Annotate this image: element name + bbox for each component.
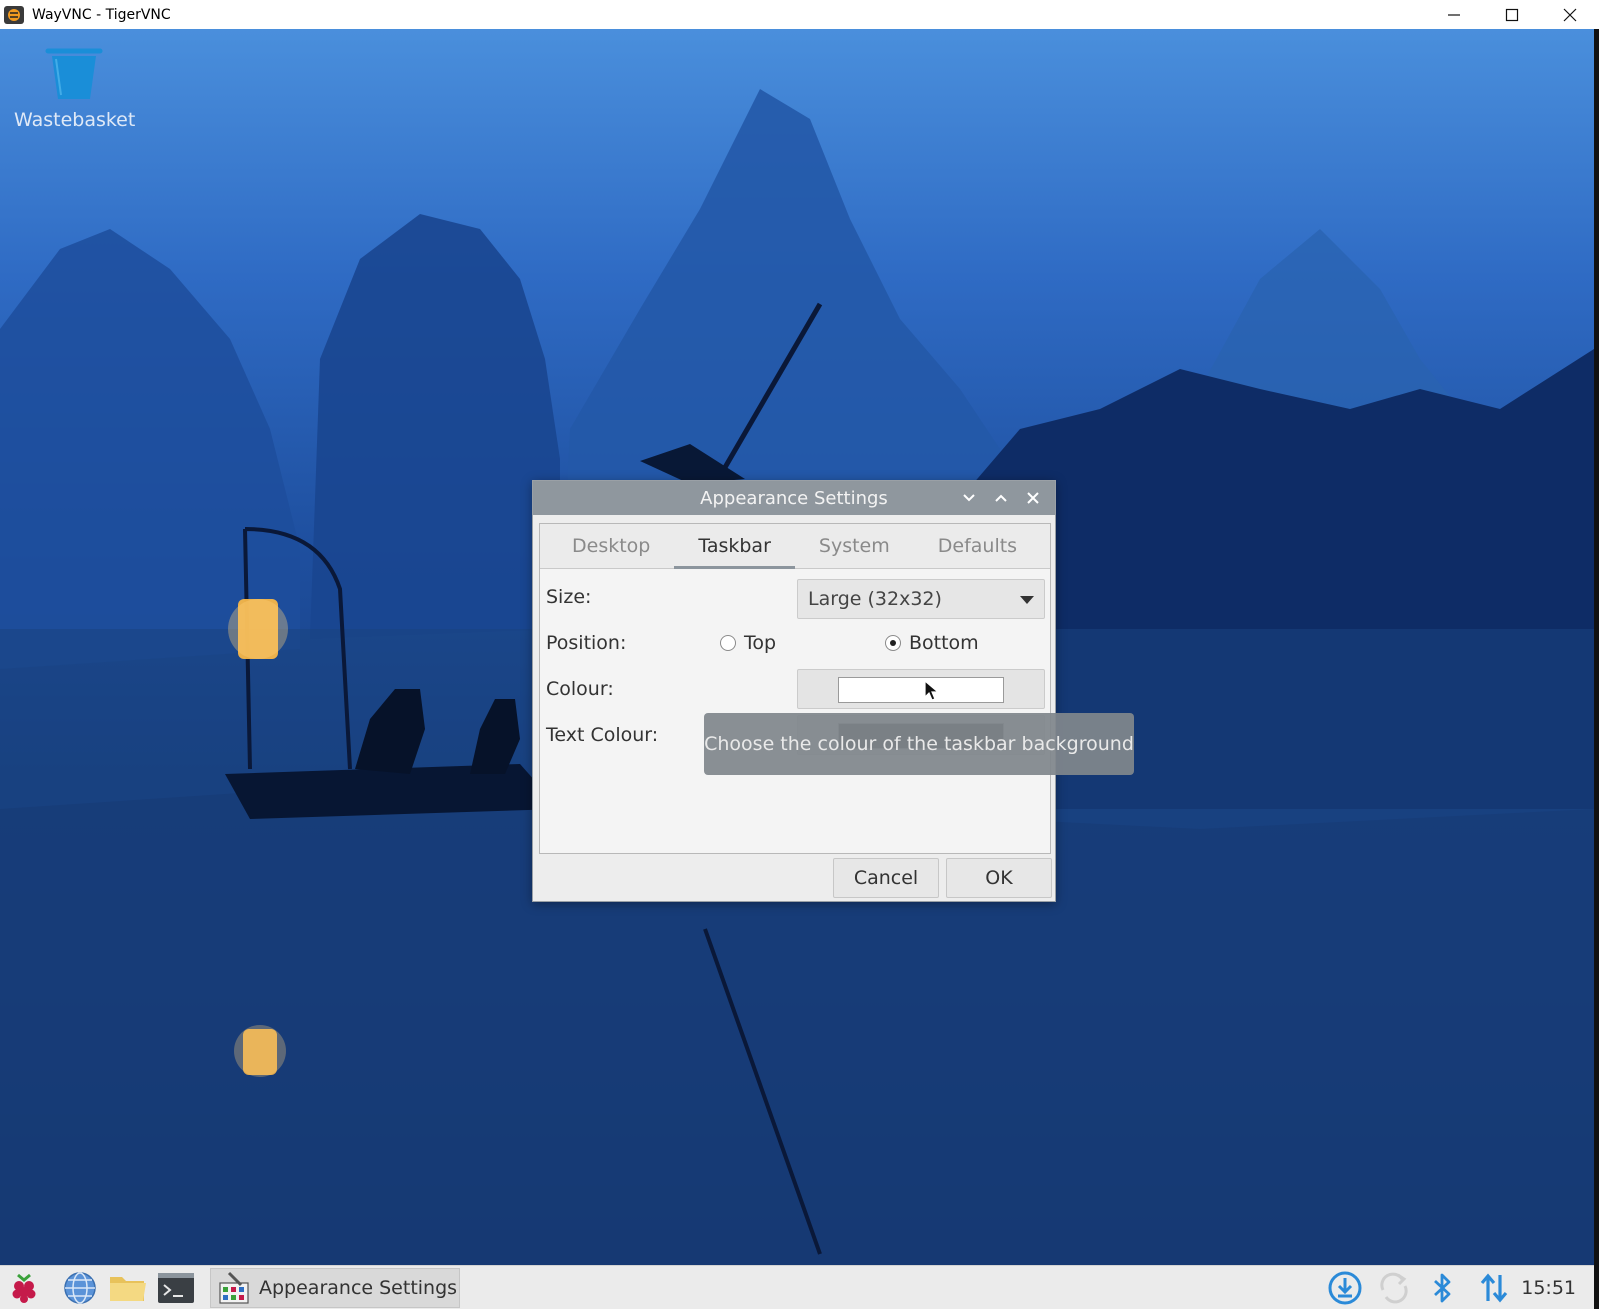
size-label: Size:	[546, 586, 592, 608]
cancel-button[interactable]: Cancel	[833, 858, 939, 898]
colour-swatch	[838, 677, 1004, 703]
web-browser-button[interactable]	[60, 1270, 100, 1306]
network-icon	[1480, 1273, 1508, 1303]
file-manager-button[interactable]	[108, 1270, 148, 1306]
position-label: Position:	[546, 632, 627, 654]
bluetooth-icon	[1434, 1273, 1451, 1303]
dialog-titlebar[interactable]: Appearance Settings	[533, 481, 1055, 515]
updates-tray-button[interactable]	[1325, 1270, 1365, 1306]
maximize-icon	[1505, 8, 1519, 21]
mouse-cursor-icon	[924, 680, 940, 701]
dialog-close-button[interactable]	[1017, 481, 1049, 515]
sync-tray-button[interactable]	[1374, 1270, 1414, 1306]
position-top-radio[interactable]: Top	[720, 632, 776, 654]
close-icon	[1027, 492, 1039, 504]
colour-tooltip: Choose the colour of the taskbar backgro…	[704, 713, 1134, 775]
colour-button[interactable]	[797, 669, 1045, 709]
file-manager-icon	[110, 1277, 146, 1301]
dialog-minimize-button[interactable]	[953, 481, 985, 515]
download-updates-icon	[1328, 1271, 1362, 1305]
settings-notebook: Desktop Taskbar System Defaults Size: La…	[539, 523, 1051, 854]
tab-defaults[interactable]: Defaults	[914, 524, 1041, 568]
colour-label: Colour:	[546, 678, 614, 700]
network-tray-button[interactable]	[1474, 1270, 1514, 1306]
taskbar-task-label: Appearance Settings	[259, 1277, 458, 1299]
bluetooth-tray-button[interactable]	[1423, 1270, 1463, 1306]
dropdown-arrow-icon	[1020, 596, 1034, 604]
taskbar-task-appearance-settings[interactable]: Appearance Settings	[210, 1268, 460, 1308]
appearance-settings-icon	[219, 1271, 249, 1304]
position-bottom-radio[interactable]: Bottom	[885, 632, 979, 654]
minimize-icon	[1448, 13, 1460, 16]
close-button[interactable]	[1541, 0, 1599, 29]
chevron-up-icon	[995, 494, 1007, 502]
raspberry-menu-button[interactable]	[4, 1270, 44, 1306]
minimize-button[interactable]	[1425, 0, 1483, 29]
web-browser-icon	[64, 1272, 96, 1304]
desktop-icon-wastebasket[interactable]: Wastebasket	[14, 47, 136, 131]
tab-desktop[interactable]: Desktop	[548, 524, 674, 568]
radio-checked-icon	[885, 635, 901, 651]
size-dropdown-value: Large (32x32)	[808, 588, 942, 610]
text-colour-label: Text Colour:	[546, 724, 659, 746]
raspberry-menu-icon	[12, 1273, 36, 1303]
tab-bar: Desktop Taskbar System Defaults	[540, 524, 1050, 569]
host-window-title: WayVNC - TigerVNC	[32, 6, 171, 23]
wastebasket-icon	[45, 48, 103, 99]
taskbar: Appearance Settings 15:51	[0, 1265, 1594, 1309]
terminal-button[interactable]	[156, 1270, 196, 1306]
tab-system[interactable]: System	[795, 524, 914, 568]
close-icon	[1563, 8, 1577, 21]
tab-taskbar[interactable]: Taskbar	[674, 524, 795, 569]
clock[interactable]: 15:51	[1521, 1277, 1576, 1299]
appearance-settings-dialog: Appearance Settings Desktop Taskbar Syst…	[532, 480, 1056, 902]
maximize-button[interactable]	[1483, 0, 1541, 29]
host-titlebar: WayVNC - TigerVNC	[0, 0, 1599, 29]
desktop-icon-label: Wastebasket	[14, 109, 136, 131]
position-top-label: Top	[744, 632, 777, 654]
sync-icon	[1380, 1272, 1408, 1304]
window-edge	[1594, 29, 1599, 1309]
tigervnc-icon	[4, 5, 24, 24]
dialog-title: Appearance Settings	[700, 487, 888, 509]
terminal-icon	[158, 1273, 194, 1303]
radio-unchecked-icon	[720, 635, 736, 651]
size-dropdown[interactable]: Large (32x32)	[797, 579, 1045, 619]
dialog-maximize-button[interactable]	[985, 481, 1017, 515]
ok-button[interactable]: OK	[946, 858, 1052, 898]
chevron-down-icon	[963, 494, 975, 502]
position-bottom-label: Bottom	[909, 632, 979, 654]
